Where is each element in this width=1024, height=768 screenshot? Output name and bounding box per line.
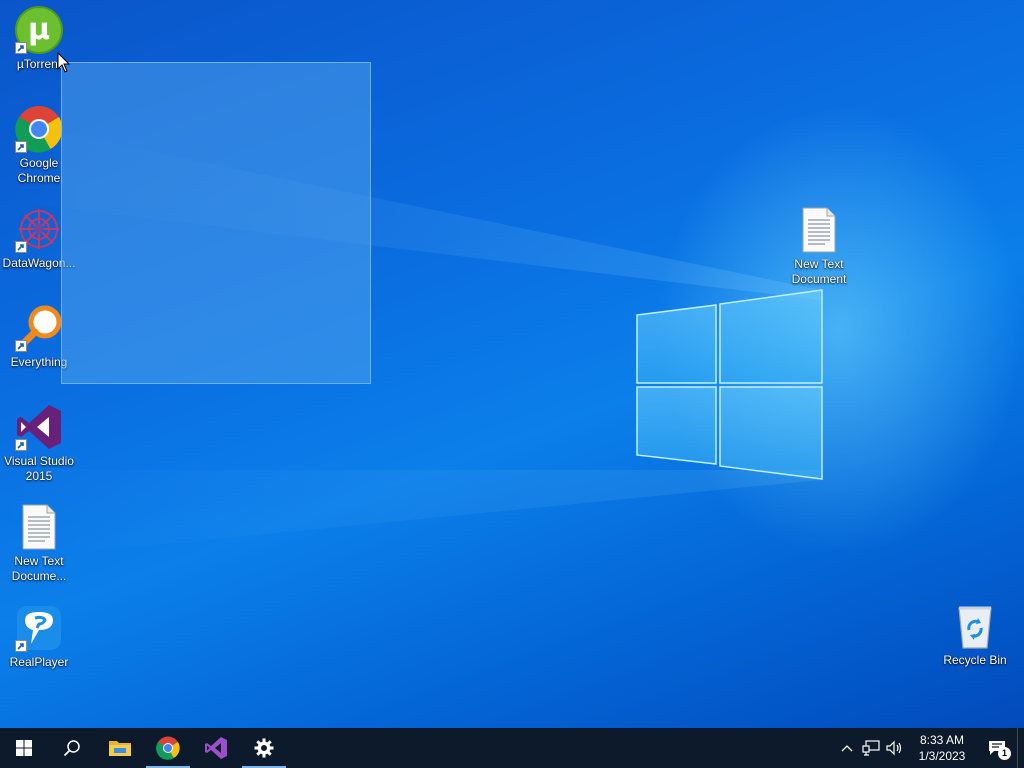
recycle-bin-icon [951,602,999,650]
icon-label: RealPlayer [9,655,69,669]
network-button[interactable] [859,728,883,768]
show-desktop-button[interactable] [1017,728,1024,768]
icon-label: Recycle Bin [943,653,1007,667]
shortcut-arrow-icon [15,241,27,253]
taskbar-settings[interactable] [240,728,288,768]
folder-icon [109,741,131,756]
visual-studio-icon [205,737,227,759]
search-icon [63,740,80,757]
network-icon [862,740,880,756]
shortcut-arrow-icon [15,640,27,652]
speaker-icon [886,740,902,756]
shortcut-arrow-icon [15,439,27,451]
realplayer-icon [15,604,63,652]
taskbar-visual-studio[interactable] [192,728,240,768]
desktop-icon-visual-studio[interactable]: Visual Studio 2015 [0,403,78,484]
text-document-icon [795,206,843,254]
chrome-icon [15,105,63,153]
desktop-icon-realplayer[interactable]: RealPlayer [0,604,78,670]
show-hidden-icons-button[interactable] [835,728,859,768]
visual-studio-icon [15,403,63,451]
clock[interactable]: 8:33 AM 1/3/2023 [911,732,973,764]
icon-label: New Text Docume... [11,554,67,583]
taskbar-file-explorer[interactable] [96,728,144,768]
taskbar-chrome[interactable] [144,728,192,768]
text-document-icon [15,503,63,551]
utorrent-icon: µ [15,6,63,54]
icon-label: Visual Studio 2015 [4,454,74,483]
shortcut-arrow-icon [15,141,27,153]
shortcut-arrow-icon [15,340,27,352]
volume-button[interactable] [883,728,907,768]
magnifier-icon [15,304,63,352]
action-center-button[interactable]: 1 [977,728,1017,768]
windows-logo-icon [16,740,32,756]
clock-time: 8:33 AM [919,733,965,747]
gear-icon [254,738,274,758]
mouse-cursor-icon [57,52,71,73]
taskbar: 8:33 AM 1/3/2023 1 [0,728,1024,768]
desktop-icon-recycle-bin[interactable]: Recycle Bin [936,602,1014,668]
notification-badge: 1 [998,747,1011,760]
icon-label: New Text Document [791,257,847,286]
search-button[interactable] [48,728,96,768]
svg-text:µ: µ [28,12,50,47]
selection-rectangle [61,62,371,384]
system-tray: 8:33 AM 1/3/2023 1 [835,728,1024,768]
start-button[interactable] [0,728,48,768]
clock-date: 1/3/2023 [918,749,966,763]
chrome-icon [156,736,180,760]
desktop-icon-new-text-document-2[interactable]: New Text Document [780,206,858,287]
desktop-icon-new-text-document-1[interactable]: New Text Docume... [0,503,78,584]
chevron-up-icon [841,745,853,752]
shortcut-arrow-icon [15,42,27,54]
desktop[interactable]: µ µTorrent Google Chrome DataWagon... Ev… [0,0,1024,728]
datawagon-icon [15,205,63,253]
